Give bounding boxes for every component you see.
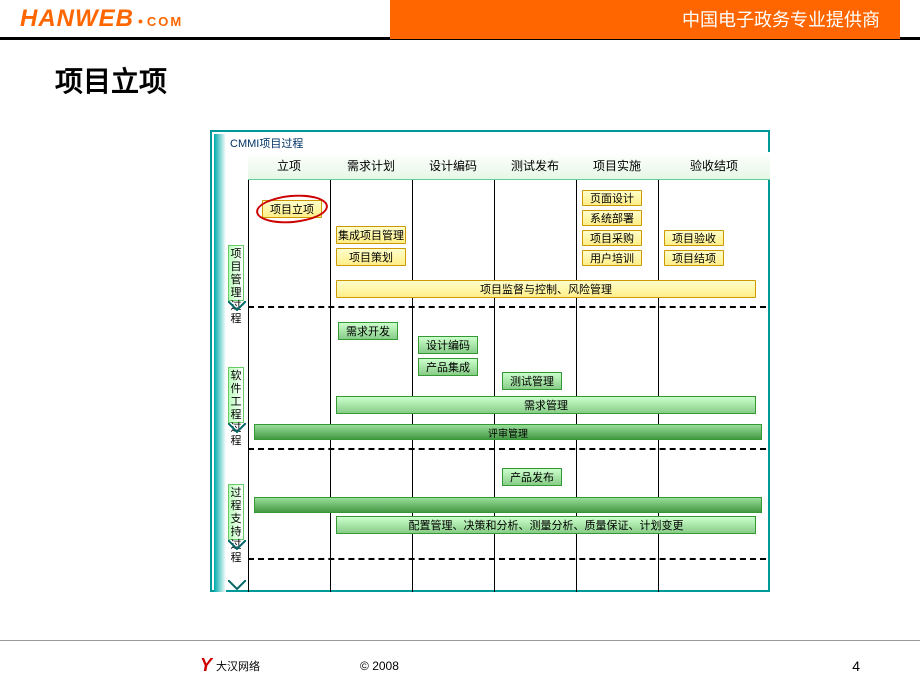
chevron-down-icon: [228, 540, 246, 550]
box: 项目结项: [664, 250, 724, 266]
span-box: 需求管理: [336, 396, 756, 414]
gradient-bar: [254, 497, 762, 513]
tagline: 中国电子政务专业提供商: [390, 0, 900, 39]
logo-dot: •: [138, 13, 143, 29]
box: 用户培训: [582, 250, 642, 266]
box: 产品发布: [502, 468, 562, 486]
box: 系统部署: [582, 210, 642, 226]
row-separator: [248, 306, 766, 308]
box: 项目采购: [582, 230, 642, 246]
box: 测试管理: [502, 372, 562, 390]
header-bar: HANWEB • COM 中国电子政务专业提供商: [0, 0, 920, 40]
column-headers: 立项 需求计划 设计编码 测试发布 项目实施 验收结项: [248, 152, 766, 180]
span-box: 项目监督与控制、风险管理: [336, 280, 756, 298]
chevron-down-icon: [228, 423, 246, 433]
span-box: 评审管理: [254, 424, 762, 440]
footer: Y 大汉网络 © 2008 4: [0, 640, 920, 690]
box: 项目策划: [336, 248, 406, 266]
logo-text: HANWEB: [20, 5, 134, 33]
row-separator: [248, 558, 766, 560]
slide-title: 项目立项: [0, 40, 920, 110]
box: 需求开发: [338, 322, 398, 340]
col-header: 测试发布: [494, 152, 576, 180]
box: 集成项目管理: [336, 226, 406, 244]
col-header: 需求计划: [330, 152, 412, 180]
col-header: 验收结项: [658, 152, 770, 180]
diagram-title: CMMI项目过程: [230, 135, 303, 151]
col-header: 设计编码: [412, 152, 494, 180]
footer-logo-text: 大汉网络: [216, 658, 260, 674]
box: 产品集成: [418, 358, 478, 376]
red-highlight-circle: [255, 192, 329, 226]
chevron-down-icon: [228, 301, 246, 311]
row-separator: [248, 448, 766, 450]
logo-block: HANWEB • COM: [20, 5, 183, 33]
logo-com: COM: [147, 14, 183, 29]
box: 设计编码: [418, 336, 478, 354]
footer-logo: Y 大汉网络: [200, 655, 260, 676]
row-label-support: 过程支持过程: [228, 484, 244, 540]
box: 项目验收: [664, 230, 724, 246]
row-label-se: 软件工程过程: [228, 367, 244, 423]
copyright: © 2008: [360, 659, 399, 673]
box: 页面设计: [582, 190, 642, 206]
grid-line: [330, 152, 331, 592]
col-header: 立项: [248, 152, 330, 180]
footer-logo-icon: Y: [200, 655, 212, 676]
col-header: 项目实施: [576, 152, 658, 180]
row-label-pm: 项目管理过程: [228, 245, 244, 301]
span-box: 配置管理、决策和分析、测量分析、质量保证、计划变更: [336, 516, 756, 534]
cmmi-diagram: CMMI项目过程 立项 需求计划 设计编码 测试发布 项目实施 验收结项 项目管…: [210, 130, 770, 592]
grid-line: [248, 152, 249, 592]
chevron-down-icon: [228, 580, 246, 590]
diagram-gradient-strip: [214, 134, 226, 592]
page-number: 4: [852, 658, 860, 674]
